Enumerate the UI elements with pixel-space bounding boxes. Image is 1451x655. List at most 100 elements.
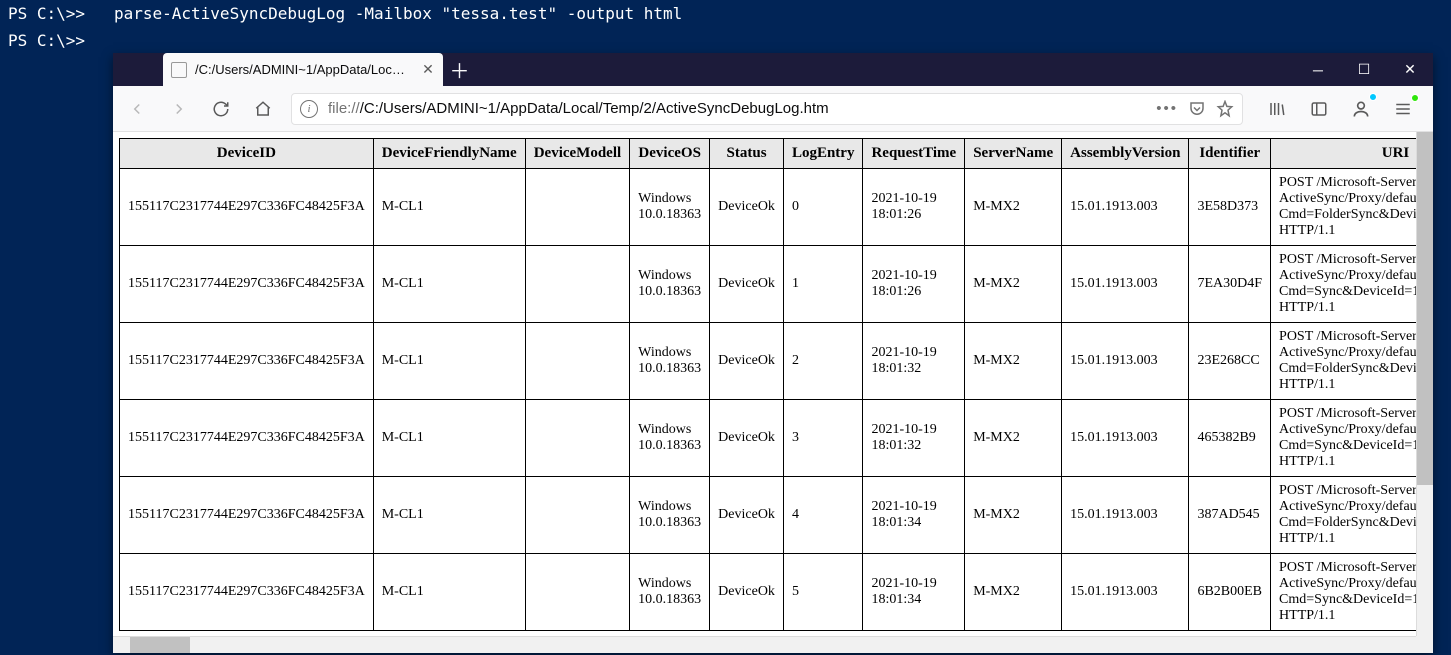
table-header-row: DeviceID DeviceFriendlyName DeviceModell…	[120, 139, 1434, 169]
vertical-scroll-thumb[interactable]	[1417, 132, 1433, 485]
url-bar[interactable]: i file:///C:/Users/ADMINI~1/AppData/Loca…	[291, 93, 1243, 125]
table-row: 155117C2317744E297C336FC48425F3AM-CL1 Win…	[120, 246, 1434, 323]
col-LogEntry: LogEntry	[783, 139, 863, 169]
nav-bar: i file:///C:/Users/ADMINI~1/AppData/Loca…	[113, 86, 1433, 132]
reload-button[interactable]	[207, 95, 235, 123]
cell-DeviceID: 155117C2317744E297C336FC48425F3A	[120, 477, 374, 554]
tab-close-icon[interactable]: ✕	[421, 61, 435, 78]
home-button[interactable]	[249, 95, 277, 123]
cell-Status: DeviceOk	[710, 169, 784, 246]
table-row: 155117C2317744E297C336FC48425F3AM-CL1Win…	[120, 477, 1434, 554]
account-icon[interactable]	[1347, 95, 1375, 123]
cell-DeviceID: 155117C2317744E297C336FC48425F3A	[120, 323, 374, 400]
terminal-line: PS C:\>> parse-ActiveSyncDebugLog -Mailb…	[8, 4, 1443, 23]
col-ServerName: ServerName	[965, 139, 1062, 169]
url-text: file:///C:/Users/ADMINI~1/AppData/Local/…	[328, 100, 1146, 117]
cell-Status: DeviceOk	[710, 554, 784, 631]
cell-LogEntry: 3	[783, 400, 863, 477]
library-icon[interactable]	[1263, 95, 1291, 123]
toolbar-right	[1257, 95, 1423, 123]
cell-DeviceModell	[525, 246, 629, 323]
tab-active[interactable]: /C:/Users/ADMINI~1/AppData/Loc… ✕	[163, 53, 443, 86]
cell-DeviceFriendlyName: M-CL1	[373, 400, 525, 477]
col-Identifier: Identifier	[1189, 139, 1271, 169]
cell-Status: DeviceOk	[710, 477, 784, 554]
forward-button[interactable]	[165, 95, 193, 123]
cell-DeviceModell	[525, 400, 629, 477]
cell-RequestTime: 2021-10-19 18:01:32	[863, 323, 965, 400]
cell-DeviceOS: Windows 10.0.18363	[630, 169, 710, 246]
page-actions-icon[interactable]: •••	[1156, 100, 1178, 117]
cell-DeviceModell	[525, 554, 629, 631]
url-scheme: file://	[328, 100, 360, 117]
table-row: 155117C2317744E297C336FC48425F3AM-CL1 Win…	[120, 554, 1434, 631]
menu-icon[interactable]	[1389, 95, 1417, 123]
cell-Identifier: 7EA30D4F	[1189, 246, 1271, 323]
col-DeviceModell: DeviceModell	[525, 139, 629, 169]
cell-ServerName: M-MX2	[965, 246, 1062, 323]
terminal-line: PS C:\>>	[8, 31, 1443, 50]
cell-DeviceFriendlyName: M-CL1	[373, 246, 525, 323]
horizontal-scroll-thumb[interactable]	[130, 637, 190, 653]
cell-Identifier: 3E58D373	[1189, 169, 1271, 246]
cell-DeviceModell	[525, 477, 629, 554]
cell-RequestTime: 2021-10-19 18:01:26	[863, 169, 965, 246]
cell-Identifier: 23E268CC	[1189, 323, 1271, 400]
bookmark-icon[interactable]	[1216, 100, 1234, 118]
cell-ServerName: M-MX2	[965, 169, 1062, 246]
sidebar-icon[interactable]	[1305, 95, 1333, 123]
col-DeviceFriendlyName: DeviceFriendlyName	[373, 139, 525, 169]
cell-AssemblyVersion: 15.01.1913.003	[1062, 477, 1189, 554]
minimize-button[interactable]: ─	[1295, 53, 1341, 86]
site-info-icon[interactable]: i	[300, 100, 318, 118]
pocket-icon[interactable]	[1188, 100, 1206, 118]
close-window-button[interactable]: ✕	[1387, 53, 1433, 86]
cell-DeviceOS: Windows 10.0.18363	[630, 246, 710, 323]
report-table: DeviceID DeviceFriendlyName DeviceModell…	[119, 138, 1433, 631]
cell-DeviceID: 155117C2317744E297C336FC48425F3A	[120, 400, 374, 477]
window-controls: ─ ☐ ✕	[1295, 53, 1433, 86]
table-row: 155117C2317744E297C336FC48425F3AM-CL1Win…	[120, 169, 1434, 246]
new-tab-button[interactable]: ＋	[443, 53, 476, 86]
maximize-button[interactable]: ☐	[1341, 53, 1387, 86]
cell-ServerName: M-MX2	[965, 323, 1062, 400]
prompt: PS C:\>>	[8, 4, 85, 23]
col-Status: Status	[710, 139, 784, 169]
cell-DeviceOS: Windows 10.0.18363	[630, 554, 710, 631]
page-content: DeviceID DeviceFriendlyName DeviceModell…	[113, 132, 1433, 653]
cell-ServerName: M-MX2	[965, 554, 1062, 631]
cell-ServerName: M-MX2	[965, 477, 1062, 554]
prompt: PS C:\>>	[8, 31, 85, 50]
tab-label: /C:/Users/ADMINI~1/AppData/Loc…	[195, 62, 413, 77]
cell-AssemblyVersion: 15.01.1913.003	[1062, 169, 1189, 246]
cell-LogEntry: 5	[783, 554, 863, 631]
cell-URI: POST /Microsoft-Server-ActiveSync/Proxy/…	[1271, 400, 1433, 477]
url-path: /C:/Users/ADMINI~1/AppData/Local/Temp/2/…	[360, 100, 829, 117]
cell-DeviceModell	[525, 169, 629, 246]
horizontal-scrollbar[interactable]	[113, 636, 1416, 653]
col-RequestTime: RequestTime	[863, 139, 965, 169]
col-AssemblyVersion: AssemblyVersion	[1062, 139, 1189, 169]
cell-DeviceID: 155117C2317744E297C336FC48425F3A	[120, 169, 374, 246]
cell-AssemblyVersion: 15.01.1913.003	[1062, 554, 1189, 631]
update-dot-icon	[1411, 94, 1419, 102]
cell-URI: POST /Microsoft-Server-ActiveSync/Proxy/…	[1271, 477, 1433, 554]
cell-ServerName: M-MX2	[965, 400, 1062, 477]
cell-Status: DeviceOk	[710, 400, 784, 477]
cell-DeviceID: 155117C2317744E297C336FC48425F3A	[120, 246, 374, 323]
cell-DeviceModell	[525, 323, 629, 400]
favicon-icon	[171, 62, 187, 78]
cell-DeviceFriendlyName: M-CL1	[373, 554, 525, 631]
back-button[interactable]	[123, 95, 151, 123]
col-URI: URI	[1271, 139, 1433, 169]
cell-Status: DeviceOk	[710, 246, 784, 323]
browser-window: /C:/Users/ADMINI~1/AppData/Loc… ✕ ＋ ─ ☐ …	[113, 53, 1433, 653]
table-row: 155117C2317744E297C336FC48425F3AM-CL1Win…	[120, 400, 1434, 477]
cell-DeviceOS: Windows 10.0.18363	[630, 477, 710, 554]
notification-dot-icon	[1369, 93, 1377, 101]
cell-DeviceFriendlyName: M-CL1	[373, 323, 525, 400]
cell-Status: DeviceOk	[710, 323, 784, 400]
cell-DeviceID: 155117C2317744E297C336FC48425F3A	[120, 554, 374, 631]
vertical-scrollbar[interactable]	[1416, 132, 1433, 636]
cell-LogEntry: 0	[783, 169, 863, 246]
